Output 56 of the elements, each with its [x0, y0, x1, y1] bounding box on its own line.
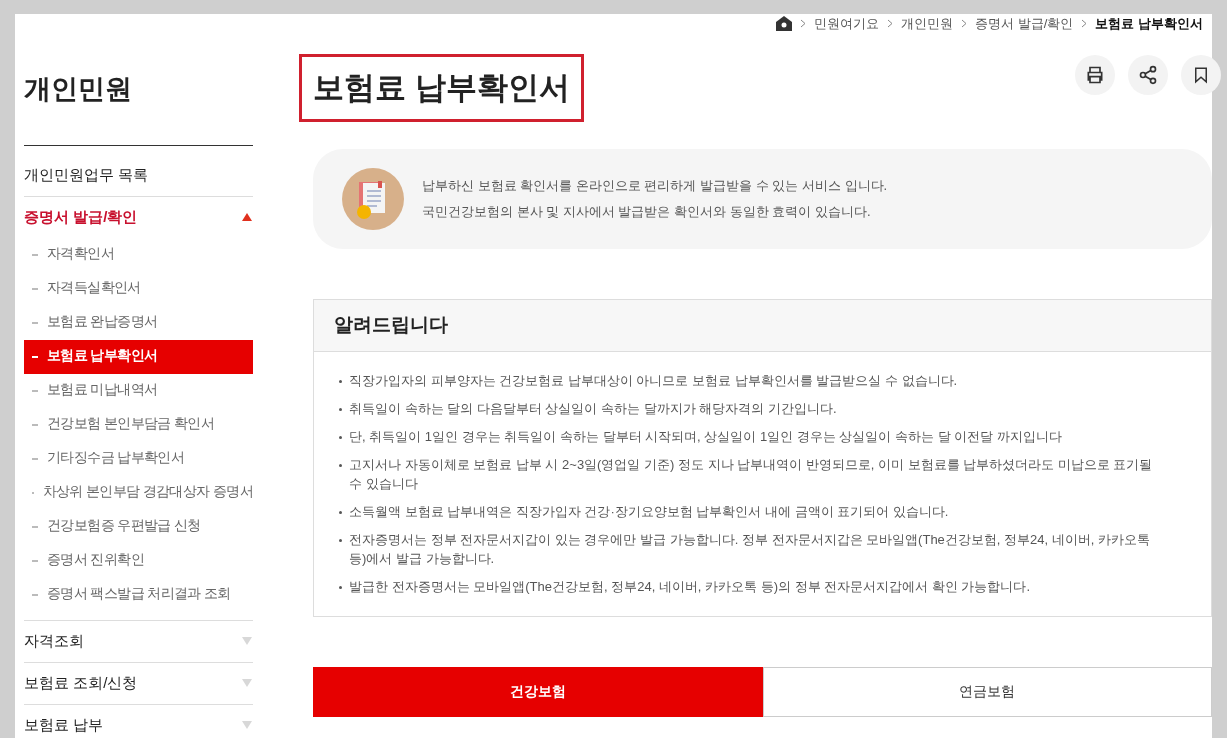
notice-text: 취득일이 속하는 달의 다음달부터 상실일이 속하는 달까지가 해당자격의 기간입니다. [339, 398, 1186, 418]
notice-text: 전자증명서는 정부 전자문서지갑이 있는 경우에만 발급 가능합니다. 정부 전자문서지갑은 모바일앱(The건강보험, 정부24, 네이버, 카카오톡 등)에서 발급 가능합니다. [339, 529, 1186, 568]
share-icon [1138, 64, 1158, 85]
print-button[interactable] [1075, 54, 1115, 95]
notice-text: 직장가입자의 피부양자는 건강보험료 납부대상이 아니므로 보험료 납부확인서를 발급받으실 수 없습니다. [339, 370, 1186, 390]
chevron-right-icon [961, 19, 968, 29]
document-coin-icon [342, 167, 404, 230]
breadcrumb-link[interactable]: 민원여기요 [814, 14, 880, 34]
sidebar-menu-item[interactable]: 자격조회 [24, 620, 253, 662]
bullet-icon [339, 435, 342, 439]
breadcrumb-link[interactable]: 보험료 납부확인서 [1095, 14, 1203, 34]
bullet-icon [339, 379, 342, 383]
intro-text: 국민건강보험의 본사 및 지사에서 발급받은 확인서와 동일한 효력이 있습니다. [422, 202, 872, 221]
tab[interactable]: 연금보험 [762, 666, 1212, 717]
notice-text: 고지서나 자동이체로 보험료 납부 시 2~3일(영업일 기준) 정도 지나 납부내역이 반영되므로, 이미 보험료를 납부하셨더라도 미납으로 표기될 수 있습니다 [339, 454, 1186, 493]
home-icon[interactable] [776, 16, 793, 32]
bookmark-button[interactable] [1181, 54, 1221, 95]
sidebar-menu-item[interactable]: 개인민원업무 목록 [24, 154, 253, 196]
collapse-icon [241, 212, 253, 222]
notice-text: 발급한 전자증명서는 모바일앱(The건강보험, 정부24, 네이버, 카카오톡 등)의 정부 전자문서지갑에서 확인 가능합니다. [339, 576, 1186, 596]
sidebar-subitem[interactable]: 건강보험 본인부담금 확인서 [24, 407, 253, 442]
expand-icon [241, 720, 253, 730]
bullet-icon [339, 510, 342, 514]
breadcrumb-link[interactable]: 개인민원 [901, 14, 954, 34]
sidebar-subitem[interactable]: 증명서 진위확인 [24, 543, 253, 578]
bullet-icon [339, 407, 342, 411]
print-icon [1085, 64, 1105, 85]
bullet-icon [339, 538, 342, 542]
share-button[interactable] [1128, 54, 1168, 95]
sidebar-title: 개인민원 [24, 72, 133, 106]
expand-icon [241, 636, 253, 646]
sidebar-subitem[interactable]: 자격확인서 [24, 237, 253, 272]
sidebar-menu-item[interactable]: 보험료 조회/신청 [24, 662, 253, 704]
sidebar-menu-item[interactable]: 증명서 발급/확인 [24, 196, 253, 238]
tab[interactable]: 건강보험 [313, 666, 763, 717]
sidebar-subitem[interactable]: 보험료 미납내역서 [24, 373, 253, 408]
notice-text: 소득월액 보험료 납부내역은 직장가입자 건강·장기요양보험 납부확인서 내에 금액이 표기되어 있습니다. [339, 501, 1186, 521]
chevron-right-icon [1081, 19, 1088, 29]
page-title: 보험료 납부확인서 [299, 53, 584, 122]
sidebar-subitem[interactable]: 차상위 본인부담 경감대상자 증명서 [24, 475, 253, 510]
intro-text: 납부하신 보험료 확인서를 온라인으로 편리하게 발급받을 수 있는 서비스 입니다. [422, 177, 888, 195]
sidebar-menu-item[interactable]: 보험료 납부 [24, 704, 253, 738]
sidebar-subitem[interactable]: 자격득실확인서 [24, 271, 253, 306]
chevron-right-icon [887, 19, 894, 29]
expand-icon [241, 678, 253, 688]
sidebar-subitem[interactable]: 증명서 팩스발급 처리결과 조회 [24, 577, 253, 612]
sidebar-subitem[interactable]: 보험료 완납증명서 [24, 305, 253, 340]
sidebar-subitem[interactable]: 기타징수금 납부확인서 [24, 441, 253, 476]
chevron-right-icon [800, 19, 807, 29]
notice-title: 알려드립니다 [314, 299, 1211, 352]
bullet-icon [339, 463, 342, 467]
sidebar-subitem[interactable]: 건강보험증 우편발급 신청 [24, 509, 253, 544]
bullet-icon [339, 585, 342, 589]
sidebar-subitem[interactable]: 보험료 납부확인서 [24, 339, 253, 374]
breadcrumb-link[interactable]: 증명서 발급/확인 [975, 14, 1074, 34]
notice-text: 단, 취득일이 1일인 경우는 취득일이 속하는 달부터 시작되며, 상실일이 1일인 경우는 상실일이 속하는 달 이전달 까지입니다 [339, 426, 1186, 446]
